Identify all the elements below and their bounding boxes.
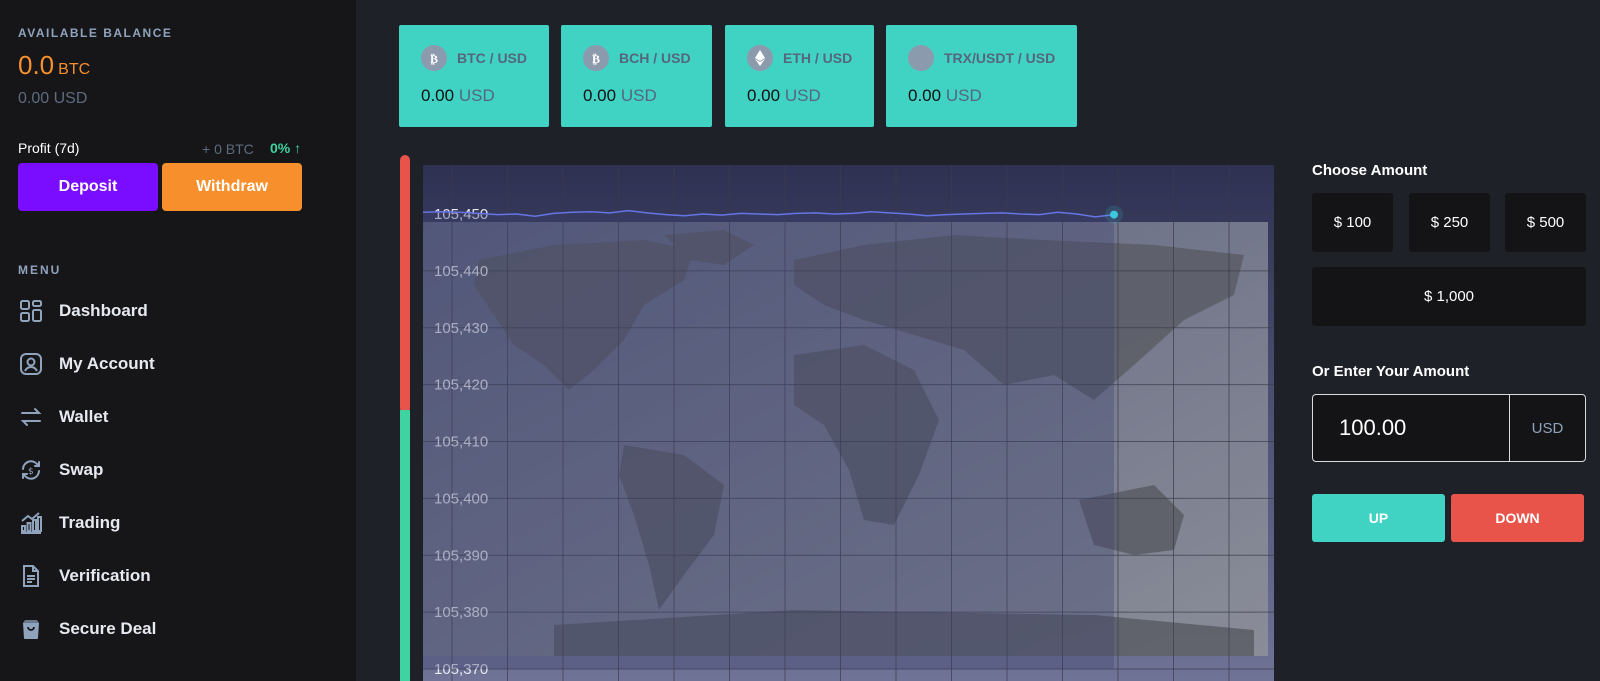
chart-series <box>422 205 1123 669</box>
balance-label: AVAILABLE BALANCE <box>18 26 173 40</box>
tron-icon <box>908 45 934 71</box>
amount-button-100[interactable]: $ 100 <box>1312 193 1393 252</box>
balance-usd: 0.00 USD <box>18 90 88 107</box>
document-icon <box>18 563 44 589</box>
user-icon <box>18 351 44 377</box>
dashboard-icon <box>18 298 44 324</box>
ethereum-icon <box>747 45 773 71</box>
bitcoin-cash-icon: ₿ <box>583 45 609 71</box>
menu-item-label: Swap <box>59 460 104 479</box>
price-chart[interactable]: 105,450105,440105,430105,420105,410105,4… <box>394 155 1274 681</box>
series-area <box>423 210 1114 669</box>
swap-icon: $ <box>18 457 44 483</box>
buy-volume-bar <box>400 410 410 681</box>
ticker-price: 0.00 USD <box>908 86 982 105</box>
ticker-card-trx[interactable]: TRX/USDT / USD 0.00 USD <box>886 25 1077 127</box>
svg-text:$: $ <box>28 467 34 477</box>
profit-btc: + 0 BTC <box>202 141 254 157</box>
menu-item-label: Trading <box>59 513 121 532</box>
last-point-marker <box>1110 210 1118 219</box>
sell-volume-bar <box>400 155 410 413</box>
menu-item-secure-deal[interactable]: Secure Deal <box>18 612 338 646</box>
profit-percent: 0% ↑ <box>270 140 302 156</box>
menu-item-label: My Account <box>59 354 155 373</box>
balance-btc-unit: BTC <box>58 61 91 78</box>
profit-label: Profit (7d) <box>18 140 80 156</box>
ticker-price: 0.00 USD <box>421 86 495 105</box>
bag-icon <box>18 616 44 642</box>
ticker-card-bch[interactable]: ₿ BCH / USD 0.00 USD <box>561 25 712 127</box>
menu-item-verification[interactable]: Verification <box>18 559 338 593</box>
deposit-button[interactable]: Deposit <box>18 163 158 211</box>
bitcoin-icon: ₿ <box>421 45 447 71</box>
menu-item-label: Dashboard <box>59 301 148 320</box>
ticker-pair: TRX/USDT / USD <box>944 50 1056 66</box>
amount-button-250[interactable]: $ 250 <box>1409 193 1490 252</box>
amount-button-500[interactable]: $ 500 <box>1505 193 1586 252</box>
svg-text:₿: ₿ <box>592 52 600 65</box>
amount-input[interactable] <box>1313 395 1509 461</box>
down-button[interactable]: DOWN <box>1451 494 1584 542</box>
ticker-price: 0.00 USD <box>583 86 657 105</box>
choose-amount-label: Choose Amount <box>1312 162 1428 179</box>
menu-item-swap[interactable]: $ Swap <box>18 453 338 487</box>
up-button[interactable]: UP <box>1312 494 1445 542</box>
enter-amount-label: Or Enter Your Amount <box>1312 363 1470 380</box>
amount-currency: USD <box>1509 395 1585 461</box>
svg-text:₿: ₿ <box>430 52 438 65</box>
transfer-icon <box>18 404 44 430</box>
ticker-price: 0.00 USD <box>747 86 821 105</box>
ticker-pair: ETH / USD <box>783 50 853 66</box>
balance-btc: 0.0 BTC <box>18 50 90 81</box>
menu-label: MENU <box>18 263 62 277</box>
ticker-pair: BTC / USD <box>457 50 527 66</box>
ticker-pair: BCH / USD <box>619 50 691 66</box>
amount-button-1000[interactable]: $ 1,000 <box>1312 267 1586 326</box>
menu-item-label: Wallet <box>59 407 109 426</box>
withdraw-button[interactable]: Withdraw <box>162 163 302 211</box>
menu-item-trading[interactable]: Trading <box>18 506 338 540</box>
sidebar: AVAILABLE BALANCE 0.0 BTC 0.00 USD Profit… <box>0 0 356 681</box>
amount-input-group: USD <box>1312 394 1586 462</box>
menu-item-dashboard[interactable]: Dashboard <box>18 294 338 328</box>
menu-item-wallet[interactable]: Wallet <box>18 400 338 434</box>
bar-chart-icon <box>18 510 44 536</box>
ticker-card-btc[interactable]: ₿ BTC / USD 0.00 USD <box>399 25 549 127</box>
menu-item-label: Secure Deal <box>59 619 157 638</box>
ticker-card-eth[interactable]: ETH / USD 0.00 USD <box>725 25 874 127</box>
menu-item-my-account[interactable]: My Account <box>18 347 338 381</box>
menu-item-label: Verification <box>59 566 151 585</box>
balance-btc-value: 0.0 <box>18 50 55 80</box>
